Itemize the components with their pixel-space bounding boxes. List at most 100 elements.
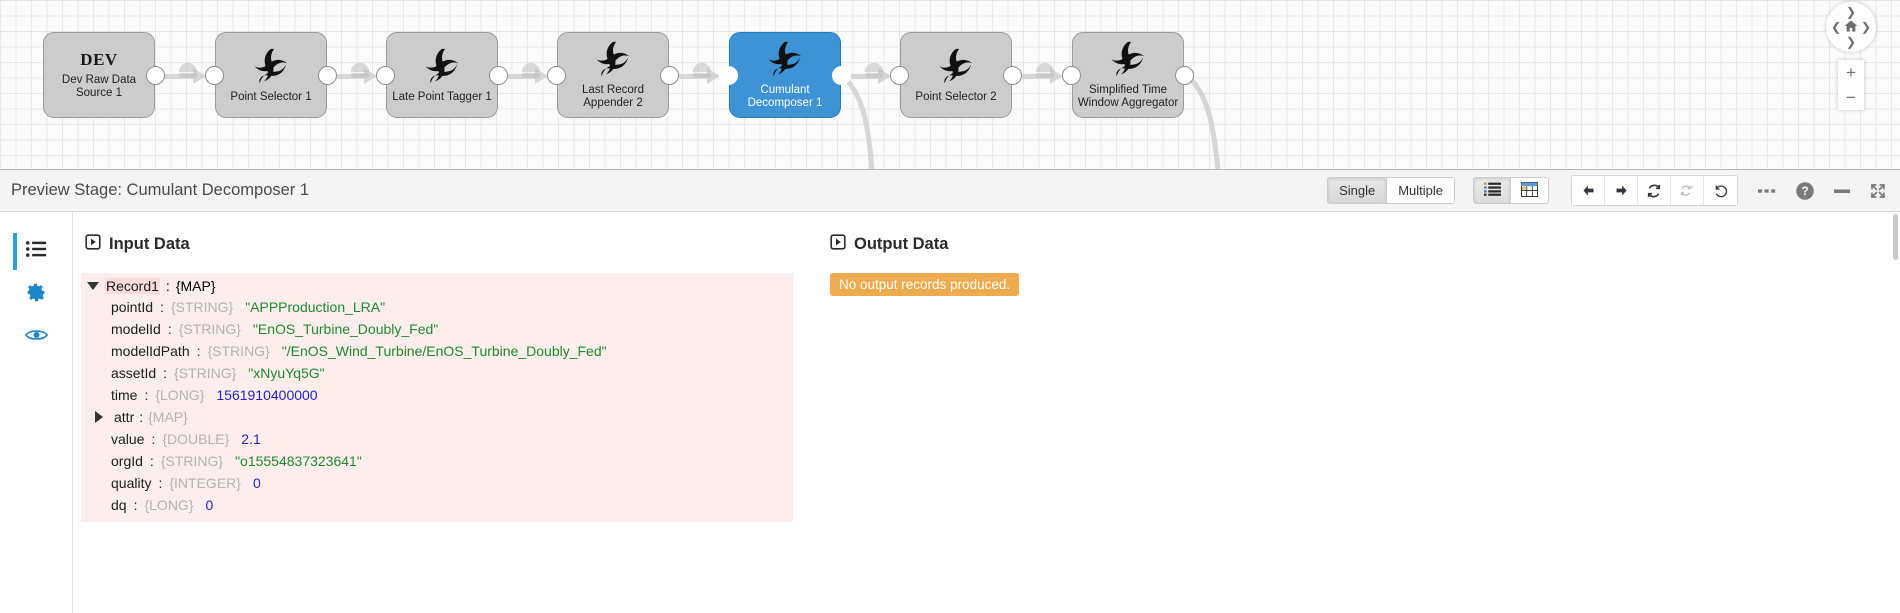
expand-icon[interactable] <box>1869 182 1887 200</box>
next-record-button[interactable] <box>1605 176 1638 205</box>
connector-meter-icon <box>177 61 199 81</box>
preview-nav-group[interactable]: * <box>1571 175 1738 206</box>
help-circle-icon[interactable]: ? <box>1795 181 1815 201</box>
record-tree[interactable]: Record1 : {MAP} pointId:{STRING}"APPProd… <box>81 273 793 522</box>
fan-icon <box>936 47 976 87</box>
expand-caret-icon[interactable] <box>87 282 99 290</box>
field-type: {MAP} <box>148 409 188 425</box>
pipeline-node-label: Point Selector 2 <box>904 91 1008 104</box>
field-value: 0 <box>206 497 214 513</box>
pipeline-canvas[interactable]: DEVDev Raw Data Source 1 Point Selector … <box>0 0 1900 170</box>
node-output-port[interactable] <box>1003 66 1022 85</box>
more-options-icon[interactable] <box>1758 188 1776 194</box>
chevron-down-icon[interactable]: ❯ <box>1846 36 1856 48</box>
mode-button-multiple[interactable]: Multiple <box>1387 177 1455 204</box>
connector-meter-icon <box>863 61 885 81</box>
fan-icon <box>593 40 633 80</box>
node-input-port[interactable] <box>1062 66 1081 85</box>
field-key: orgId <box>111 453 143 469</box>
preview-toolbar: Preview Stage: Cumulant Decomposer 1 Sin… <box>0 170 1900 212</box>
field-value: "xNyuYq5G" <box>248 365 324 381</box>
view-button-list-view[interactable] <box>1473 177 1511 204</box>
pipeline-node-label: Last Record Appender 2 <box>561 84 665 110</box>
input-data-pane: Input Data Record1 : {MAP} pointId:{STRI… <box>73 212 818 613</box>
chevron-up-icon[interactable]: ❯ <box>1846 6 1856 18</box>
sidebar-item-records[interactable] <box>0 230 72 273</box>
previous-record-button[interactable] <box>1572 176 1605 205</box>
zoom-in-button[interactable]: + <box>1838 60 1864 85</box>
field-type: {LONG} <box>155 387 204 403</box>
field-type: {DOUBLE} <box>162 431 229 447</box>
page-title: Preview Stage: Cumulant Decomposer 1 <box>11 181 309 200</box>
field-key: dq <box>111 497 127 513</box>
dev-badge-text: DEV <box>80 50 117 70</box>
record-type: {MAP} <box>176 278 216 294</box>
record-field-row: assetId:{STRING}"xNyuYq5G" <box>81 362 793 384</box>
node-input-port[interactable] <box>719 66 738 85</box>
pipeline-node[interactable]: Last Record Appender 2 <box>557 32 669 118</box>
node-input-port[interactable] <box>890 66 909 85</box>
chevron-left-icon[interactable]: ❮ <box>1831 21 1841 33</box>
field-key: modelId <box>111 321 161 337</box>
fan-icon <box>1108 40 1148 80</box>
chevron-right-icon[interactable]: ❯ <box>1861 21 1871 33</box>
connector-meter-icon <box>1034 61 1056 81</box>
node-output-port[interactable] <box>146 66 165 85</box>
mode-button-single[interactable]: Single <box>1327 177 1387 204</box>
node-output-port[interactable] <box>832 66 851 85</box>
refresh-star-button[interactable]: * <box>1671 176 1704 205</box>
field-key: attr <box>114 409 134 425</box>
pipeline-node-label: Cumulant Decomposer 1 <box>733 84 837 110</box>
connector-meter-icon <box>691 61 713 81</box>
input-data-header: Input Data <box>73 234 818 255</box>
fan-icon <box>251 47 291 87</box>
pipeline-node[interactable]: Point Selector 1 <box>215 32 327 118</box>
pan-control[interactable]: ❯ ❯ ❮ ❯ <box>1826 2 1876 52</box>
pipeline-node[interactable]: DEVDev Raw Data Source 1 <box>43 32 155 118</box>
record-field-row: orgId:{STRING}"o15554837323641" <box>81 450 793 472</box>
zoom-control[interactable]: + − <box>1838 60 1864 110</box>
view-mode-toggle[interactable] <box>1473 177 1549 204</box>
record-field-row: pointId:{STRING}"APPProduction_LRA" <box>81 296 793 318</box>
sidebar-item-settings[interactable] <box>0 273 72 316</box>
node-input-port[interactable] <box>376 66 395 85</box>
field-type: {STRING} <box>161 453 223 469</box>
pipeline-node[interactable]: Point Selector 2 <box>900 32 1012 118</box>
zoom-out-button[interactable]: − <box>1838 85 1864 110</box>
svg-text:*: * <box>1691 184 1694 191</box>
sidebar-item-preview[interactable] <box>0 316 72 359</box>
home-icon[interactable] <box>1844 19 1859 36</box>
view-button-table-view[interactable] <box>1511 177 1549 204</box>
expand-caret-icon[interactable] <box>95 411 109 423</box>
connector-meter-icon <box>349 61 371 81</box>
field-type: {INTEGER} <box>169 475 241 491</box>
node-output-port[interactable] <box>1175 66 1194 85</box>
node-output-port[interactable] <box>660 66 679 85</box>
pipeline-node-label: Late Point Tagger 1 <box>390 91 494 104</box>
record-mode-toggle[interactable]: SingleMultiple <box>1327 177 1455 204</box>
field-value: 2.1 <box>241 431 260 447</box>
field-value: 0 <box>253 475 261 491</box>
pipeline-node[interactable]: Simplified Time Window Aggregator <box>1072 32 1184 118</box>
revert-button[interactable] <box>1704 176 1737 205</box>
output-data-title: Output Data <box>854 235 948 254</box>
node-input-port[interactable] <box>547 66 566 85</box>
record-field-row: modelId:{STRING}"EnOS_Turbine_Doubly_Fed… <box>81 318 793 340</box>
play-square-icon <box>830 234 846 255</box>
refresh-button[interactable] <box>1638 176 1671 205</box>
record-field-row[interactable]: attr:{MAP} <box>81 406 793 428</box>
node-input-port[interactable] <box>205 66 224 85</box>
preview-body: Input Data Record1 : {MAP} pointId:{STRI… <box>0 212 1900 613</box>
vertical-scrollbar[interactable] <box>1891 212 1900 613</box>
fan-icon <box>765 40 805 80</box>
record-field-row: dq:{LONG}0 <box>81 494 793 516</box>
minimize-icon[interactable] <box>1834 188 1850 194</box>
field-value: 1561910400000 <box>216 387 317 403</box>
node-output-port[interactable] <box>318 66 337 85</box>
pipeline-node[interactable]: Cumulant Decomposer 1 <box>729 32 841 118</box>
pipeline-node[interactable]: Late Point Tagger 1 <box>386 32 498 118</box>
record-name: Record1 <box>105 278 160 294</box>
eye-icon <box>25 327 48 348</box>
record-root-row[interactable]: Record1 : {MAP} <box>81 276 793 296</box>
node-output-port[interactable] <box>489 66 508 85</box>
